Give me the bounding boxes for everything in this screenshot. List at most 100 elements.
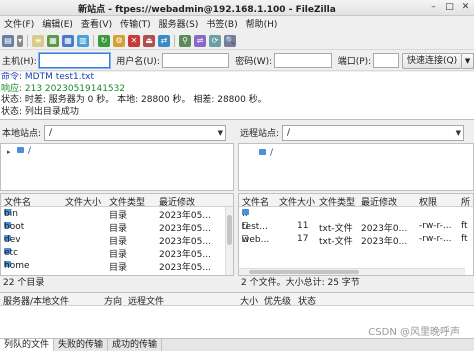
port-label: 端口(P): (337, 57, 372, 67)
table-row[interactable]: etc 目录 2023年05... (1, 246, 233, 260)
user-label: 用户名(U): (116, 57, 160, 67)
password-input[interactable] (274, 53, 332, 68)
remote-site-label: 远程站点: (240, 129, 280, 139)
site-manager-icon[interactable]: ▤ (2, 34, 14, 47)
file-name: test... (242, 222, 268, 232)
window-title: 新站点 - ftpes://webadmin@192.168.1.100 - F… (78, 5, 336, 15)
refresh-icon[interactable]: ↻ (98, 34, 110, 47)
quickconnect-button[interactable]: 快速连接(Q) (402, 52, 463, 69)
compare-directories-icon[interactable]: ⇌ (194, 34, 206, 47)
column-header-local-file[interactable]: 服务器/本地文件 (3, 294, 69, 307)
expand-arrow-icon[interactable]: ▸ (7, 148, 11, 156)
remote-site-bar: 远程站点: / ▼ (238, 123, 474, 142)
menu-file[interactable]: 文件(F) (1, 17, 39, 30)
menu-help[interactable]: 帮助(H) (243, 17, 283, 30)
process-queue-icon[interactable]: ⚙ (113, 34, 125, 47)
cancel-icon[interactable]: ✕ (128, 34, 140, 47)
table-row[interactable]: bin 目录 2023年05... (1, 207, 233, 221)
local-vertical-scrollbar[interactable] (225, 207, 233, 275)
log-line: 响应: 213 20230519141532 (1, 83, 126, 94)
file-permissions: -rw-r-... (419, 221, 452, 231)
toggle-remote-tree-icon[interactable]: ▦ (62, 34, 74, 47)
title-bar: 新站点 - ftpes://webadmin@192.168.1.100 - F… (0, 0, 474, 16)
chevron-down-icon[interactable]: ▼ (218, 126, 223, 140)
table-row[interactable]: test... 11 txt-文件 2023年0... -rw-r-... ft (239, 220, 473, 234)
username-input[interactable] (161, 53, 230, 68)
toolbar: ▤ ▾ ≡ ▦ ▦ ▥ ↻ ⚙ ✕ ⏏ ⇄ ⚲ ⇌ ⟳ 🔍 (0, 32, 474, 50)
scrollbar-thumb[interactable] (249, 270, 359, 274)
search-files-icon[interactable]: 🔍 (224, 34, 236, 47)
disconnect-icon[interactable]: ⏏ (143, 34, 155, 47)
file-name: home (4, 261, 30, 271)
scrollbar-thumb[interactable] (227, 215, 232, 245)
file-name: .. (242, 209, 248, 219)
local-list-header: 文件名 文件大小 文件类型 最近修改 (1, 194, 233, 208)
watermark: CSDN @风里晚呼声 (368, 327, 460, 338)
file-modified: 2023年0... (361, 237, 408, 247)
menu-edit[interactable]: 编辑(E) (39, 17, 78, 30)
table-row[interactable]: web... 17 txt-文件 2023年0... -rw-r-... ft (239, 233, 473, 247)
remote-path-combo[interactable]: / ▼ (282, 124, 465, 141)
toggle-log-icon[interactable]: ≡ (32, 34, 44, 47)
table-row[interactable]: boot 目录 2023年05... (1, 220, 233, 234)
site-manager-dropdown-icon[interactable]: ▾ (17, 34, 23, 47)
column-header-size[interactable]: 大小 (240, 294, 258, 307)
menu-transfer[interactable]: 传输(T) (117, 17, 156, 30)
directory-filter-icon[interactable]: ⚲ (179, 34, 191, 47)
remote-directory-tree[interactable]: / (238, 143, 474, 191)
table-row[interactable]: dev 目录 2023年05... (1, 233, 233, 247)
column-header-status[interactable]: 状态 (298, 294, 316, 307)
column-header-direction[interactable]: 方向 (104, 294, 122, 307)
menu-bookmarks[interactable]: 书签(B) (203, 17, 242, 30)
chevron-down-icon[interactable]: ▼ (456, 126, 461, 140)
file-size: 17 (297, 234, 309, 244)
local-site-label: 本地站点: (2, 129, 42, 139)
file-name: dev (4, 235, 21, 245)
toggle-local-tree-icon[interactable]: ▦ (47, 34, 59, 47)
quickconnect-bar: 主机(H): 用户名(U): 密码(W): 端口(P): 快速连接(Q) ▼ (0, 51, 474, 71)
maximize-icon[interactable]: □ (443, 2, 456, 13)
file-type: 目录 (109, 263, 128, 273)
column-header-remote-file[interactable]: 远程文件 (128, 294, 164, 307)
tab-failed-transfers[interactable]: 失败的传输 (54, 339, 109, 351)
local-directory-tree[interactable]: ▸ / (0, 143, 234, 191)
toolbar-separator (93, 34, 94, 47)
reconnect-icon[interactable]: ⇄ (158, 34, 170, 47)
remote-list-header: 文件名 文件大小 文件类型 最近修改 权限 所 (239, 194, 473, 208)
password-label: 密码(W): (235, 57, 273, 67)
local-path-combo[interactable]: / ▼ (44, 124, 227, 141)
file-owner: ft (461, 221, 468, 231)
port-input[interactable] (373, 53, 399, 68)
menu-bar: 文件(F) 编辑(E) 查看(V) 传输(T) 服务器(S) 书签(B) 帮助(… (0, 16, 474, 31)
sync-browsing-icon[interactable]: ⟳ (209, 34, 221, 47)
table-row[interactable]: home 目录 2023年05... (1, 259, 233, 273)
remote-file-list[interactable]: 文件名 文件大小 文件类型 最近修改 权限 所 .. test... 11 tx… (238, 193, 474, 276)
quickconnect-dropdown-icon[interactable]: ▼ (462, 52, 474, 69)
file-name: bin (4, 209, 18, 219)
table-row[interactable]: .. (239, 207, 473, 220)
local-tree-root[interactable]: / (17, 146, 31, 156)
menu-view[interactable]: 查看(V) (78, 17, 117, 30)
local-file-list[interactable]: 文件名 文件大小 文件类型 最近修改 bin 目录 2023年05... boo… (0, 193, 234, 276)
message-log[interactable]: 命令: MDTM test1.txt 响应: 213 2023051914153… (0, 72, 474, 120)
close-icon[interactable]: ✕ (459, 2, 472, 13)
tab-successful-transfers[interactable]: 成功的传输 (108, 339, 163, 351)
local-status: 22 个目录 (0, 276, 234, 290)
toggle-queue-icon[interactable]: ▥ (77, 34, 89, 47)
file-name: web... (242, 235, 270, 245)
host-input[interactable] (38, 53, 111, 68)
menu-server[interactable]: 服务器(S) (156, 17, 204, 30)
file-owner: ft (461, 234, 468, 244)
toolbar-separator (174, 34, 175, 47)
remote-path-value: / (287, 127, 291, 138)
log-line: 状态: 时差: 服务器为 0 秒。 本地: 28800 秒。 相差: 28800… (1, 95, 267, 105)
remote-tree-root[interactable]: / (259, 148, 273, 158)
file-name: etc (4, 248, 19, 258)
queue-tabs: 列队的文件 失败的传输 成功的传输 (0, 338, 474, 351)
remote-horizontal-scrollbar[interactable] (239, 268, 465, 275)
tab-queued-files[interactable]: 列队的文件 (0, 339, 55, 351)
local-path-value: / (49, 127, 53, 138)
window-controls: – □ ✕ (427, 2, 472, 13)
minimize-icon[interactable]: – (427, 2, 440, 13)
column-header-priority[interactable]: 优先级 (264, 294, 291, 307)
